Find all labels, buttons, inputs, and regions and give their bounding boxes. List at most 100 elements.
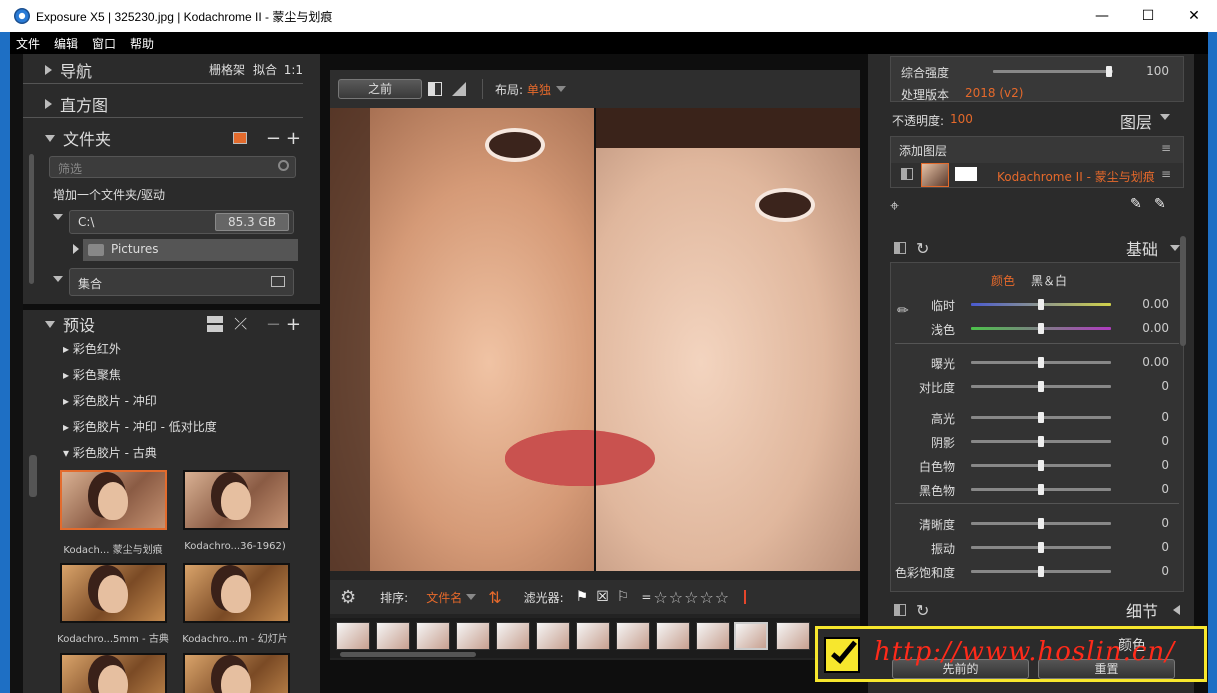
- filmstrip-thumb[interactable]: [496, 622, 530, 650]
- presets-scrollbar[interactable]: [29, 455, 37, 497]
- slider-knob[interactable]: [1038, 357, 1044, 368]
- filmstrip-thumb[interactable]: [336, 622, 370, 650]
- preset-group[interactable]: ▸ 彩色胶片 - 冲印: [63, 392, 157, 409]
- photo-canvas[interactable]: [330, 108, 860, 571]
- menu-help[interactable]: 帮助: [130, 35, 154, 52]
- split-view-icon[interactable]: [428, 82, 442, 96]
- menu-edit[interactable]: 编辑: [54, 35, 78, 52]
- filmstrip-thumb[interactable]: [656, 622, 690, 650]
- slider-knob[interactable]: [1038, 484, 1044, 495]
- slider-knob[interactable]: [1038, 436, 1044, 447]
- drive-c[interactable]: C:\ 85.3 GB: [69, 210, 294, 234]
- toggle-icon[interactable]: [894, 604, 906, 616]
- nav-fit-option[interactable]: 拟合: [253, 61, 277, 78]
- color-tab[interactable]: 颜色: [991, 272, 1015, 289]
- menu-icon[interactable]: ≡: [1161, 141, 1171, 155]
- slider-knob[interactable]: [1038, 381, 1044, 392]
- layer-thumbnail[interactable]: [921, 163, 949, 187]
- slider-knob[interactable]: [1038, 542, 1044, 553]
- menu-icon[interactable]: ≡: [1161, 167, 1171, 181]
- slider-knob[interactable]: [1038, 323, 1044, 334]
- bw-tab[interactable]: 黑＆白: [1031, 272, 1067, 289]
- layer-visibility-icon[interactable]: [901, 168, 913, 180]
- add-preset-button[interactable]: +: [286, 314, 301, 335]
- slider-value[interactable]: 0: [1161, 516, 1169, 530]
- menu-window[interactable]: 窗口: [92, 35, 116, 52]
- slider-value[interactable]: 0: [1161, 410, 1169, 424]
- filmstrip-thumb[interactable]: [776, 622, 810, 650]
- reject-flag-icon[interactable]: ☒: [596, 589, 609, 605]
- filmstrip-thumb[interactable]: [416, 622, 450, 650]
- preset-thumb[interactable]: [183, 470, 290, 530]
- left-collapse-strip[interactable]: [10, 54, 23, 693]
- section-detail[interactable]: ↻ 细节: [890, 596, 1184, 624]
- before-button[interactable]: 之前: [338, 79, 422, 99]
- section-presets[interactable]: 预设 ⤫ − +: [23, 310, 303, 338]
- preset-group[interactable]: ▸ 彩色胶片 - 冲印 - 低对比度: [63, 418, 217, 435]
- grid-view-icon[interactable]: [207, 316, 223, 332]
- minimize-button[interactable]: —: [1079, 0, 1125, 32]
- layer-mask[interactable]: [955, 167, 977, 181]
- folder-link-icon[interactable]: [233, 132, 247, 144]
- crop-icon[interactable]: ⌖: [890, 196, 899, 216]
- slider-value[interactable]: 0.00: [1142, 321, 1169, 335]
- preset-group[interactable]: ▸ 彩色聚焦: [63, 366, 121, 383]
- slider-knob[interactable]: [1038, 460, 1044, 471]
- reset-icon[interactable]: ↻: [916, 239, 929, 258]
- filmstrip-scrollbar[interactable]: [340, 652, 476, 657]
- slider-knob[interactable]: [1038, 566, 1044, 577]
- split-divider[interactable]: [594, 108, 596, 571]
- adjust-scrollbar[interactable]: [1180, 236, 1186, 346]
- slider-value[interactable]: 0: [1161, 564, 1169, 578]
- slider-knob[interactable]: [1038, 518, 1044, 529]
- slider-value[interactable]: 0: [1161, 379, 1169, 393]
- section-folders[interactable]: 文件夹 − +: [23, 124, 303, 152]
- version-dropdown[interactable]: 2018 (v2): [965, 86, 1023, 100]
- menu-file[interactable]: 文件: [16, 35, 40, 52]
- close-button[interactable]: ✕: [1171, 0, 1217, 32]
- folder-scrollbar[interactable]: [29, 154, 34, 284]
- unflagged-icon[interactable]: ⚐: [617, 589, 630, 605]
- filmstrip-thumb-selected[interactable]: [734, 622, 768, 650]
- folder-pictures[interactable]: Pictures: [73, 239, 298, 261]
- sort-dropdown[interactable]: 文件名: [426, 589, 462, 606]
- preset-thumb[interactable]: [183, 563, 290, 623]
- reset-icon[interactable]: ↻: [916, 601, 929, 620]
- brush-icon[interactable]: ✎: [1154, 196, 1166, 212]
- collection-item[interactable]: 集合: [69, 268, 294, 296]
- slider-value[interactable]: 0: [1161, 540, 1169, 554]
- filmstrip-thumb[interactable]: [576, 622, 610, 650]
- toggle-icon[interactable]: [894, 242, 906, 254]
- slider-knob[interactable]: [1038, 299, 1044, 310]
- preset-group-open[interactable]: ▾ 彩色胶片 - 古典: [63, 444, 157, 461]
- preset-group[interactable]: ▸ 彩色红外: [63, 340, 121, 357]
- preset-thumb[interactable]: [60, 470, 167, 530]
- slider-value[interactable]: 0: [1161, 482, 1169, 496]
- add-folder-button[interactable]: +: [286, 128, 301, 149]
- layer-name[interactable]: Kodachrome II - 蒙尘与划痕: [997, 168, 1155, 185]
- filmstrip-thumb[interactable]: [536, 622, 570, 650]
- preset-thumb[interactable]: [60, 563, 167, 623]
- chevron-down-icon[interactable]: [53, 276, 63, 282]
- slider-value[interactable]: 0.00: [1142, 355, 1169, 369]
- section-histogram[interactable]: 直方图: [23, 90, 303, 118]
- slider-value[interactable]: 0.00: [1142, 297, 1169, 311]
- gear-icon[interactable]: ⚙: [340, 587, 356, 608]
- chevron-down-icon[interactable]: [53, 214, 63, 220]
- slider-knob[interactable]: [1038, 412, 1044, 423]
- chevron-down-icon[interactable]: [1160, 114, 1170, 120]
- color-label-icon[interactable]: [744, 590, 747, 604]
- slider-value[interactable]: 0: [1161, 434, 1169, 448]
- overall-slider[interactable]: [993, 70, 1113, 73]
- filmstrip-thumb[interactable]: [456, 622, 490, 650]
- folder-filter-input[interactable]: 筛选: [49, 156, 296, 178]
- layout-dropdown[interactable]: 单独: [527, 81, 551, 98]
- add-layer-button[interactable]: 添加图层: [899, 142, 947, 159]
- section-basic[interactable]: ↻ 基础: [890, 234, 1184, 262]
- remove-folder-button[interactable]: −: [266, 128, 281, 149]
- filmstrip-thumb[interactable]: [616, 622, 650, 650]
- filmstrip-thumb[interactable]: [376, 622, 410, 650]
- filmstrip-thumb[interactable]: [696, 622, 730, 650]
- preset-thumb[interactable]: [60, 653, 167, 693]
- remove-preset-button[interactable]: −: [266, 314, 281, 335]
